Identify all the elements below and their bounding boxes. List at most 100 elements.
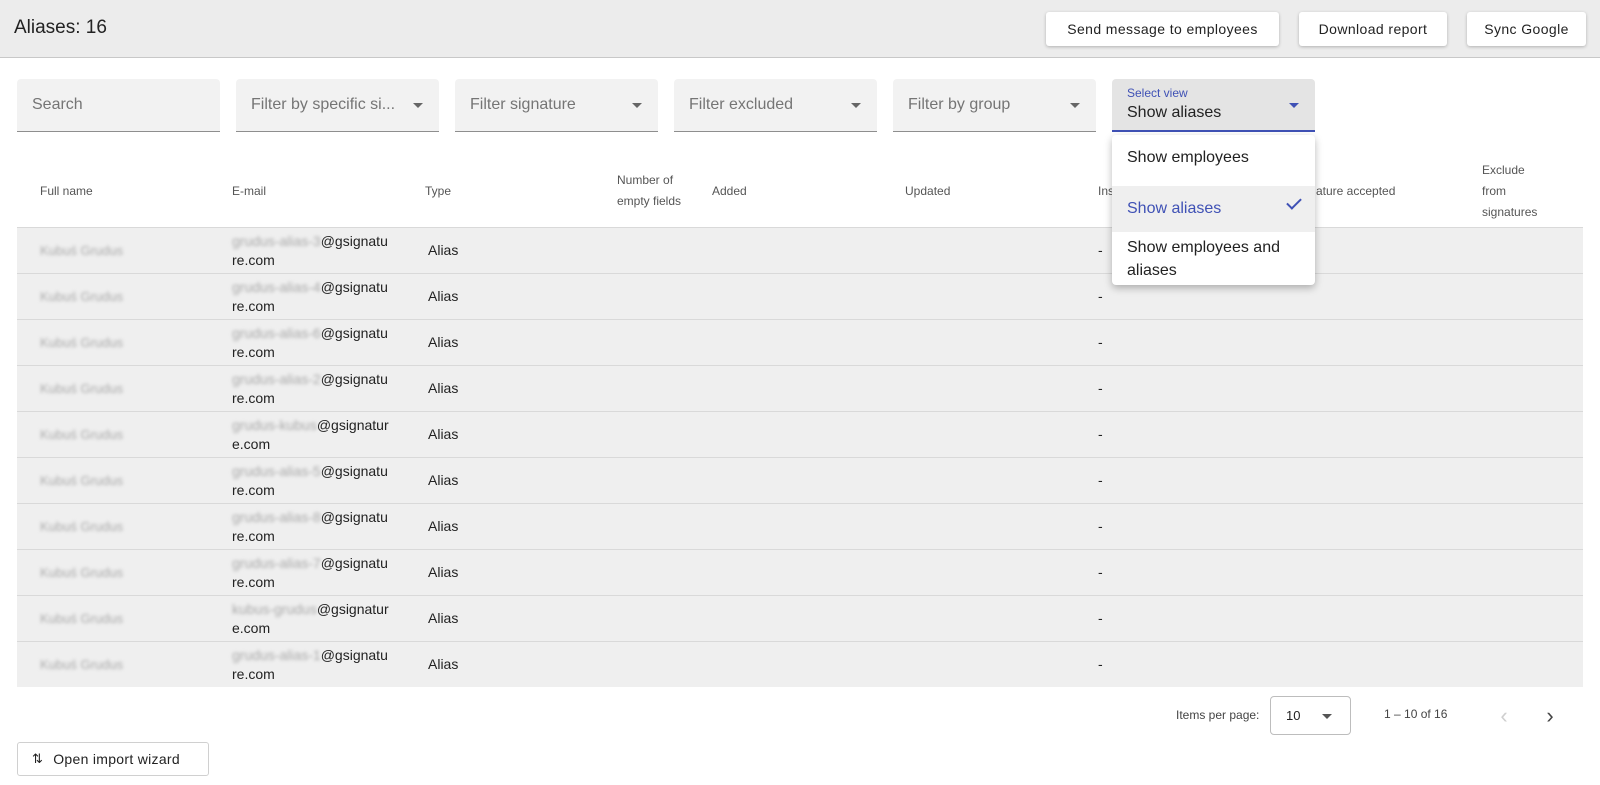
table-row[interactable]: Kubuś Grudus grudus-alias-4@gsignature.co… — [17, 273, 1583, 319]
select-view-value: Show aliases — [1127, 104, 1222, 121]
row-installed: - — [1098, 472, 1103, 488]
row-type: Alias — [428, 656, 459, 672]
row-type: Alias — [428, 242, 459, 258]
row-email-local: grudus-alias-6 — [232, 325, 321, 341]
row-full-name: Kubuś Grudus — [40, 657, 124, 672]
row-type: Alias — [428, 380, 459, 396]
items-per-page-label: Items per page: — [1176, 708, 1260, 722]
row-email-local: grudus-alias-4 — [232, 279, 321, 295]
row-installed: - — [1098, 518, 1103, 534]
row-email: grudus-alias-3@gsignature.com — [232, 232, 392, 270]
table-row[interactable]: Kubuś Grudus kubus-grudus@gsignature.com A… — [17, 595, 1583, 641]
chevron-down-icon — [632, 103, 642, 108]
col-exclude[interactable]: Exclude from signatures — [1482, 160, 1552, 223]
row-type: Alias — [428, 288, 459, 304]
row-installed: - — [1098, 564, 1103, 580]
row-type: Alias — [428, 334, 459, 350]
chevron-down-icon — [1070, 103, 1080, 108]
row-email: grudus-alias-5@gsignature.com — [232, 462, 392, 500]
row-installed: - — [1098, 610, 1103, 626]
row-full-name: Kubuś Grudus — [40, 381, 124, 396]
page-title: Aliases: 16 — [14, 17, 107, 38]
col-email[interactable]: E-mail — [232, 181, 266, 202]
table-row[interactable]: Kubuś Grudus grudus-alias-5@gsignature.co… — [17, 457, 1583, 503]
select-view-menu: Show employees Show aliases Show employe… — [1112, 135, 1315, 285]
open-import-wizard-label: Open import wizard — [53, 751, 180, 767]
col-type[interactable]: Type — [425, 181, 451, 202]
row-installed: - — [1098, 242, 1103, 258]
import-arrows-icon: ⇅ — [32, 751, 44, 766]
row-installed: - — [1098, 426, 1103, 442]
table-header: Full name E-mail Type Number of empty fi… — [17, 160, 1583, 226]
row-email: grudus-alias-2@gsignature.com — [232, 370, 392, 408]
row-type: Alias — [428, 564, 459, 580]
pagination-range: 1 – 10 of 16 — [1384, 707, 1448, 721]
chevron-right-icon[interactable]: › — [1538, 703, 1562, 728]
search-placeholder: Search — [32, 96, 83, 113]
chevron-down-icon — [1289, 103, 1299, 108]
row-full-name: Kubuś Grudus — [40, 473, 124, 488]
download-report-button[interactable]: Download report — [1299, 12, 1447, 46]
row-installed: - — [1098, 334, 1103, 350]
row-full-name: Kubuś Grudus — [40, 289, 124, 304]
menu-item-label: Show aliases — [1127, 200, 1222, 217]
row-email-local: grudus-alias-2 — [232, 371, 321, 387]
open-import-wizard-button[interactable]: ⇅ Open import wizard — [17, 742, 209, 776]
filter-excluded-label: Filter excluded — [689, 96, 794, 113]
filter-signature-label: Filter signature — [470, 96, 576, 113]
table-row[interactable]: Kubuś Grudus grudus-alias-7@gsignature.co… — [17, 549, 1583, 595]
row-email: grudus-alias-4@gsignature.com — [232, 278, 392, 316]
row-email: grudus-alias-7@gsignature.com — [232, 554, 392, 592]
table-row[interactable]: Kubuś Grudus grudus-alias-8@gsignature.co… — [17, 503, 1583, 549]
check-icon — [1286, 194, 1302, 210]
top-bar: Aliases: 16 Send message to employees Do… — [0, 0, 1600, 58]
row-full-name: Kubuś Grudus — [40, 243, 124, 258]
menu-item-show-employees[interactable]: Show employees — [1112, 135, 1315, 181]
select-view-select[interactable]: Select view Show aliases — [1112, 79, 1315, 132]
row-email: kubus-grudus@gsignature.com — [232, 600, 392, 638]
menu-item-show-aliases[interactable]: Show aliases — [1112, 186, 1315, 232]
filter-excluded-select[interactable]: Filter excluded — [674, 79, 877, 132]
table-row[interactable]: Kubuś Grudus grudus-alias-2@gsignature.co… — [17, 365, 1583, 411]
send-message-button[interactable]: Send message to employees — [1046, 12, 1279, 46]
row-email: grudus-kubus@gsignature.com — [232, 416, 392, 454]
row-full-name: Kubuś Grudus — [40, 335, 124, 350]
row-full-name: Kubuś Grudus — [40, 611, 124, 626]
filter-specific-signature-select[interactable]: Filter by specific si... — [236, 79, 439, 132]
col-full-name[interactable]: Full name — [40, 181, 93, 202]
row-email-local: grudus-alias-7 — [232, 555, 321, 571]
table-row[interactable]: Kubuś Grudus grudus-alias-3@gsignature.co… — [17, 227, 1583, 273]
row-email: grudus-alias-1@gsignature.com — [232, 646, 392, 684]
row-full-name: Kubuś Grudus — [40, 565, 124, 580]
sync-google-button[interactable]: Sync Google — [1467, 12, 1586, 46]
row-type: Alias — [428, 610, 459, 626]
filter-group-label: Filter by group — [908, 96, 1011, 113]
table-row[interactable]: Kubuś Grudus grudus-alias-1@gsignature.co… — [17, 641, 1583, 687]
menu-item-show-employees-and-aliases[interactable]: Show employees and aliases — [1112, 234, 1315, 282]
table-row[interactable]: Kubuś Grudus grudus-kubus@gsignature.com A… — [17, 411, 1583, 457]
search-input[interactable]: Search — [17, 79, 220, 132]
chevron-down-icon — [413, 103, 423, 108]
filter-signature-select[interactable]: Filter signature — [455, 79, 658, 132]
row-full-name: Kubuś Grudus — [40, 427, 124, 442]
row-email-local: grudus-alias-5 — [232, 463, 321, 479]
row-type: Alias — [428, 518, 459, 534]
row-email: grudus-alias-6@gsignature.com — [232, 324, 392, 362]
row-full-name: Kubuś Grudus — [40, 519, 124, 534]
row-email-local: grudus-alias-3 — [232, 233, 321, 249]
chevron-down-icon — [1322, 714, 1332, 719]
col-added[interactable]: Added — [712, 181, 747, 202]
row-email-local: grudus-alias-1 — [232, 647, 321, 663]
row-installed: - — [1098, 288, 1103, 304]
chevron-down-icon — [851, 103, 861, 108]
filter-group-select[interactable]: Filter by group — [893, 79, 1096, 132]
chevron-left-icon[interactable]: ‹ — [1492, 703, 1516, 728]
col-updated[interactable]: Updated — [905, 181, 950, 202]
filter-specific-signature-label: Filter by specific si... — [251, 96, 396, 113]
items-per-page-select[interactable]: 10 — [1270, 696, 1351, 735]
row-email-local: grudus-alias-8 — [232, 509, 321, 525]
col-signature-accepted[interactable]: ature accepted — [1316, 181, 1395, 202]
col-empty-fields[interactable]: Number of empty fields — [617, 170, 697, 212]
table-row[interactable]: Kubuś Grudus grudus-alias-6@gsignature.co… — [17, 319, 1583, 365]
row-installed: - — [1098, 380, 1103, 396]
